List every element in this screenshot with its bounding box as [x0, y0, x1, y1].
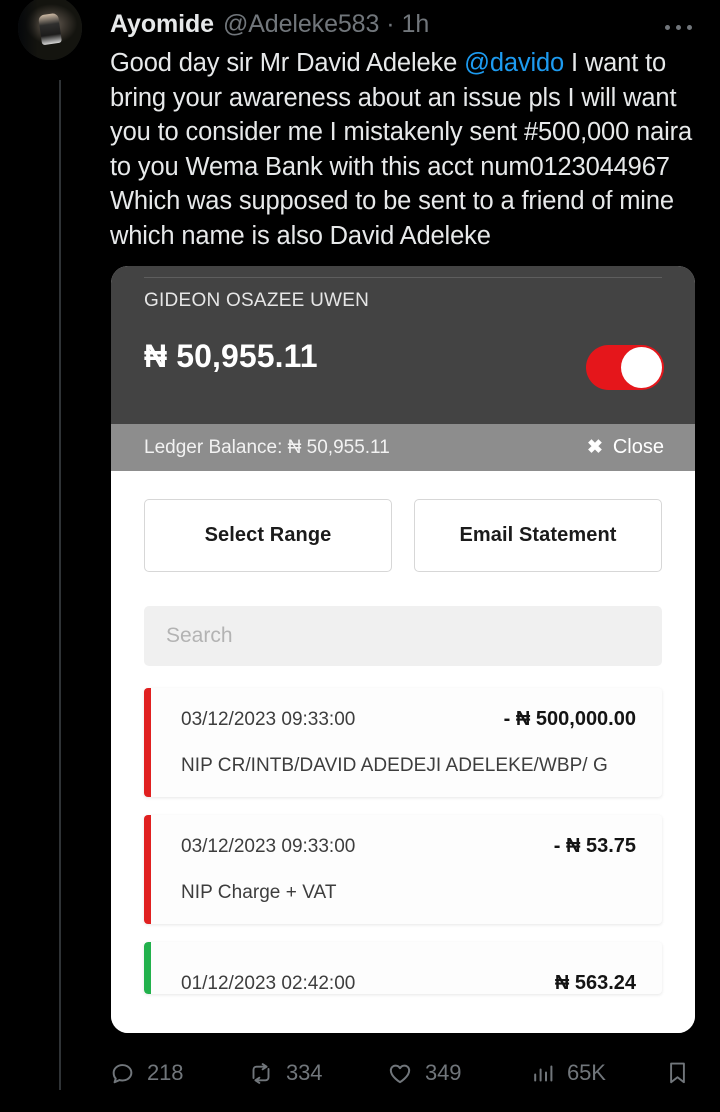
transaction-summary: 03/12/2023 09:33:00 - ₦ 53.75: [181, 835, 636, 858]
heart-icon: [387, 1061, 413, 1086]
dot: [675, 24, 681, 30]
account-balance: ₦ 50,955.11: [144, 338, 318, 374]
mention-link-davido[interactable]: @davido: [464, 49, 564, 77]
avatar-shade: [18, 0, 38, 60]
bank-account-header: GIDEON OSAZEE UWEN ₦ 50,955.11: [111, 266, 695, 424]
retweet-icon: [248, 1061, 274, 1086]
retweet-count: 334: [286, 1060, 323, 1085]
tweet-text-part2: I want to bring your awareness about an …: [110, 49, 693, 250]
tweet-text-part1: Good day sir Mr David Adeleke: [110, 49, 465, 77]
statement-actions-row: Select Range Email Statement: [144, 471, 662, 572]
reply-icon: [110, 1061, 135, 1086]
transaction-date: 01/12/2023 02:42:00: [181, 973, 356, 994]
author-handle: @Adeleke583: [222, 10, 380, 38]
author-display-name: Ayomide: [110, 10, 214, 38]
retweet-button[interactable]: 334: [248, 1060, 387, 1086]
bookmark-icon: [665, 1060, 690, 1086]
views-count: 65K: [567, 1060, 606, 1085]
header-divider: [144, 277, 662, 278]
transaction-type-stripe: [144, 815, 151, 924]
search-placeholder: Search: [166, 624, 233, 647]
statement-body: Select Range Email Statement Search 03/1…: [111, 471, 695, 1033]
transaction-type-stripe: [144, 688, 151, 797]
dot: [664, 24, 670, 30]
tweet-screen: Ayomide @Adeleke583 · 1h Good day sir Mr…: [0, 0, 720, 1112]
transaction-date: 03/12/2023 09:33:00: [181, 836, 356, 857]
toggle-knob: [621, 347, 662, 388]
dot: [686, 24, 692, 30]
avatar[interactable]: [18, 0, 82, 60]
like-button[interactable]: 349: [387, 1060, 532, 1086]
close-x-icon: ✖: [586, 437, 603, 458]
avatar-figure: [38, 12, 62, 46]
ledger-balance-label: Ledger Balance: ₦ 50,955.11: [144, 436, 390, 458]
search-input[interactable]: Search: [144, 606, 662, 666]
transaction-description: NIP Charge + VAT: [181, 882, 337, 903]
more-options-icon[interactable]: [658, 14, 698, 40]
dot-separator: ·: [386, 10, 395, 38]
tweet-body-text: Good day sir Mr David Adeleke @davido I …: [110, 46, 710, 253]
table-row[interactable]: 03/12/2023 09:33:00 - ₦ 53.75 NIP Charge…: [144, 815, 662, 924]
email-statement-button[interactable]: Email Statement: [414, 499, 662, 572]
transaction-summary: 03/12/2023 09:33:00 - ₦ 500,000.00: [181, 708, 636, 731]
views-button[interactable]: 65K: [532, 1060, 652, 1086]
transaction-summary: 01/12/2023 02:42:00 ₦ 563.24: [181, 972, 636, 994]
transaction-amount: - ₦ 500,000.00: [503, 708, 636, 730]
transaction-list: 03/12/2023 09:33:00 - ₦ 500,000.00 NIP C…: [144, 688, 662, 994]
reply-count: 218: [147, 1060, 184, 1085]
bookmark-button[interactable]: [665, 1060, 690, 1086]
table-row[interactable]: 01/12/2023 02:42:00 ₦ 563.24: [144, 942, 662, 994]
account-holder-name: GIDEON OSAZEE UWEN: [144, 290, 370, 311]
analytics-bars-icon: [532, 1061, 555, 1085]
select-range-button[interactable]: Select Range: [144, 499, 392, 572]
like-count: 349: [425, 1060, 462, 1085]
tweet-timestamp: 1h: [401, 10, 430, 38]
transaction-amount: ₦ 563.24: [554, 972, 636, 994]
transaction-date: 03/12/2023 09:33:00: [181, 709, 356, 730]
close-button-label: Close: [612, 436, 664, 458]
transaction-amount: - ₦ 53.75: [553, 835, 636, 857]
author-row[interactable]: Ayomide @Adeleke583 · 1h: [110, 10, 429, 39]
embedded-image-bank-statement[interactable]: GIDEON OSAZEE UWEN ₦ 50,955.11 Ledger Ba…: [111, 266, 695, 1033]
transaction-description: NIP CR/INTB/DAVID ADEDEJI ADELEKE/WBP/ G: [181, 755, 608, 776]
transaction-type-stripe: [144, 942, 151, 994]
account-visibility-toggle[interactable]: [586, 345, 664, 390]
table-row[interactable]: 03/12/2023 09:33:00 - ₦ 500,000.00 NIP C…: [144, 688, 662, 797]
close-button[interactable]: ✖ Close: [587, 424, 664, 471]
ledger-balance-bar: Ledger Balance: ₦ 50,955.11 ✖ Close: [111, 424, 695, 471]
thread-connector-line: [59, 80, 61, 1090]
reply-button[interactable]: 218: [110, 1060, 248, 1086]
tweet-action-bar: 218 334 349 65K: [110, 1052, 690, 1094]
